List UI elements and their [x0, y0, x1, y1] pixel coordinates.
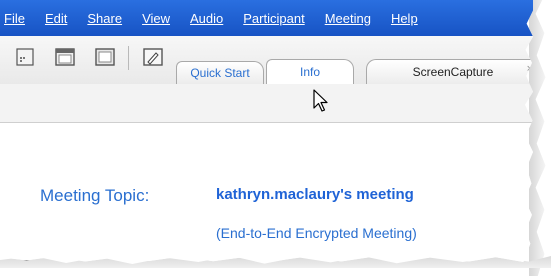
torn-edge-shadow-right: [529, 0, 546, 276]
tab-screen-capture[interactable]: ScreenCapture ×: [366, 59, 533, 84]
meeting-topic-label: Meeting Topic:: [40, 186, 150, 205]
meeting-topic-value: kathryn.maclaury's meeting: [216, 186, 414, 203]
content-header-bar: [0, 84, 533, 123]
tab-info[interactable]: Info: [266, 59, 354, 84]
share-icon: [16, 48, 34, 66]
tab-screen-capture-label: ScreenCapture: [412, 65, 494, 79]
window-icon: [55, 48, 75, 66]
info-panel: Meeting Topic: kathryn.maclaury's meetin…: [0, 123, 533, 262]
tab-info-label: Info: [299, 65, 320, 79]
tab-quick-start-label: Quick Start: [190, 66, 250, 80]
menu-share[interactable]: Share: [87, 11, 122, 26]
annotate-icon: [143, 48, 163, 66]
toolbar-separator: [128, 46, 129, 70]
app-icon-button[interactable]: [92, 44, 118, 70]
window-icon-button[interactable]: [52, 44, 78, 70]
menu-bar: File Edit Share View Audio Participant M…: [0, 0, 533, 36]
tab-quick-start[interactable]: Quick Start: [176, 61, 264, 84]
meeting-window: File Edit Share View Audio Participant M…: [0, 0, 533, 262]
menu-edit[interactable]: Edit: [45, 11, 67, 26]
app-icon: [95, 48, 115, 66]
screenshot-stage: File Edit Share View Audio Participant M…: [0, 0, 551, 276]
menu-participant[interactable]: Participant: [243, 11, 304, 26]
menu-help[interactable]: Help: [391, 11, 418, 26]
annotate-icon-button[interactable]: [140, 44, 166, 70]
menu-audio[interactable]: Audio: [190, 11, 223, 26]
mouse-cursor-icon: [313, 89, 328, 112]
menu-file[interactable]: File: [4, 11, 25, 26]
menu-meeting[interactable]: Meeting: [325, 11, 371, 26]
menu-view[interactable]: View: [142, 11, 170, 26]
share-icon-button[interactable]: [12, 44, 38, 70]
toolbar: Quick Start Info ScreenCapture ×: [0, 36, 533, 85]
encryption-note: (End-to-End Encrypted Meeting): [216, 225, 417, 241]
